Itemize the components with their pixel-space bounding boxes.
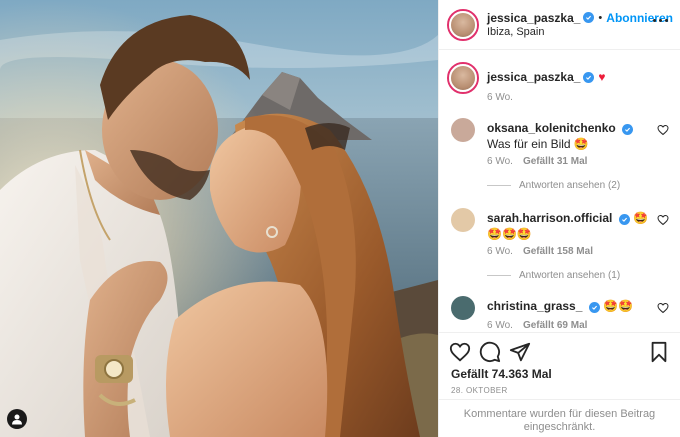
author-info: jessica_paszka_ • Abonnieren Ibiza, Spai… [487,11,673,39]
commenter-username[interactable]: sarah.harrison.official [487,211,612,225]
follow-button[interactable]: Abonnieren [606,11,673,25]
comment-likes[interactable]: Gefällt 31 Mal [523,156,587,167]
view-replies-button[interactable]: Antworten ansehen (2) [487,180,620,191]
comment-text: sarah.harrison.official 🤩🤩🤩🤩 [487,210,652,242]
comment-item: oksana_kolenitchenko Was für ein Bild 🤩 … [451,118,671,198]
separator-dot: • [598,11,603,24]
paper-plane-icon[interactable] [509,341,531,363]
comment-text: christina_grass_ 🤩🤩 [487,298,652,314]
comment-timestamp[interactable]: 6 Wo. [487,320,513,331]
heart-outline-icon[interactable] [449,341,471,363]
comment-item: sarah.harrison.official 🤩🤩🤩🤩 6 Wo. Gefäl… [451,208,671,288]
comment-timestamp[interactable]: 6 Wo. [487,246,513,257]
verified-badge-icon [618,214,630,225]
post-side-panel: jessica_paszka_ • Abonnieren Ibiza, Spai… [438,0,680,437]
post-location[interactable]: Ibiza, Spain [487,25,673,39]
view-replies-label: Antworten ansehen (1) [519,270,621,281]
replies-line [487,185,511,186]
comments-disabled-notice: Kommentare wurden für diesen Beitrag ein… [439,399,680,437]
author-username[interactable]: jessica_paszka_ [487,11,580,25]
caption-username[interactable]: jessica_paszka_ [487,70,580,84]
verified-badge-icon [583,71,595,83]
post-photo[interactable] [0,0,438,437]
comment-likes[interactable]: Gefällt 158 Mal [523,246,593,257]
commenter-username[interactable]: christina_grass_ [487,299,582,313]
caption-avatar[interactable] [447,62,479,94]
post-caption: jessica_paszka_ ♥ [447,62,606,94]
commenter-avatar[interactable] [451,118,475,142]
verified-badge-icon [588,302,600,313]
heart-emoji: ♥ [598,70,606,84]
person-tag-icon [12,414,22,425]
comment-heart-icon[interactable] [657,124,669,136]
more-options-icon[interactable] [653,19,668,22]
comment-meta: 6 Wo. Gefällt 69 Mal [487,320,587,331]
comment-heart-icon[interactable] [657,214,669,226]
post-likes-count[interactable]: Gefällt 74.363 Mal [451,367,552,381]
comment-item: christina_grass_ 🤩🤩 6 Wo. Gefällt 69 Mal [451,296,671,332]
comments-list[interactable]: jessica_paszka_ ♥ 6 Wo. oksana_kolenitch… [439,50,680,332]
comment-body: Was für ein Bild 🤩 [487,137,589,151]
comment-meta: 6 Wo. Gefällt 158 Mal [487,246,593,257]
replies-line [487,275,511,276]
comment-meta: 6 Wo. Gefällt 31 Mal [487,156,587,167]
tag-people-button[interactable] [7,409,27,429]
comment-text: oksana_kolenitchenko Was für ein Bild 🤩 [487,120,652,152]
post-date[interactable]: 28. OKTOBER [451,386,508,395]
comment-heart-icon[interactable] [657,302,669,314]
commenter-avatar[interactable] [451,296,475,320]
verified-badge-icon [622,124,634,135]
verified-badge-icon [583,12,595,23]
post-header: jessica_paszka_ • Abonnieren Ibiza, Spai… [439,0,680,50]
post-actions: Gefällt 74.363 Mal 28. OKTOBER Kommentar… [439,332,680,437]
comment-likes[interactable]: Gefällt 69 Mal [523,320,587,331]
commenter-avatar[interactable] [451,208,475,232]
action-icons [449,341,670,363]
bookmark-icon[interactable] [648,341,670,363]
commenter-username[interactable]: oksana_kolenitchenko [487,121,616,135]
caption-timestamp[interactable]: 6 Wo. [487,92,513,103]
comment-body: 🤩🤩 [603,299,633,313]
comment-bubble-icon[interactable] [479,341,501,363]
view-replies-button[interactable]: Antworten ansehen (1) [487,270,620,281]
comment-timestamp[interactable]: 6 Wo. [487,156,513,167]
view-replies-label: Antworten ansehen (2) [519,180,621,191]
author-avatar[interactable] [447,8,479,41]
couple-kissing-sunset-photo [0,0,438,437]
